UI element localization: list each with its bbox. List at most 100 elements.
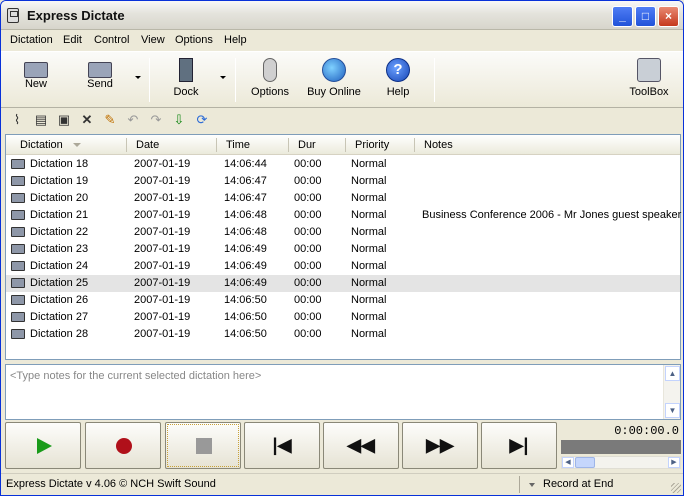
edit-icon[interactable]: ✎ — [102, 112, 118, 128]
cell-dur: 00:00 — [294, 158, 322, 170]
skip-back-icon: |◀ — [272, 435, 292, 455]
undo-icon[interactable]: ↶ — [125, 112, 141, 128]
dock-dropdown-icon[interactable] — [220, 76, 226, 79]
menu-view[interactable]: View — [141, 34, 165, 46]
dictation-file-icon — [11, 244, 25, 254]
table-row[interactable]: Dictation 27 2007-01-19 14:06:50 00:00 Norma… — [6, 309, 680, 326]
properties-icon[interactable]: ▤ — [33, 112, 49, 128]
column-divider[interactable] — [216, 138, 217, 152]
cell-notes: Business Conference 2006 - Mr Jones gues… — [422, 209, 682, 221]
cell-priority: Normal — [351, 243, 387, 255]
cell-date: 2007-01-19 — [134, 243, 191, 255]
cell-time: 14:06:50 — [224, 328, 267, 340]
send-button[interactable]: Send — [75, 56, 125, 106]
column-notes[interactable]: Notes — [424, 139, 453, 151]
table-row[interactable]: Dictation 19 2007-01-19 14:06:47 00:00 Norma… — [6, 173, 680, 190]
play-icon — [37, 438, 52, 454]
column-divider[interactable] — [288, 138, 289, 152]
column-priority[interactable]: Priority — [355, 139, 389, 151]
column-divider[interactable] — [126, 138, 127, 152]
cell-dur: 00:00 — [294, 311, 322, 323]
cell-date: 2007-01-19 — [134, 175, 191, 187]
table-row[interactable]: Dictation 28 2007-01-19 14:06:50 00:00 Norma… — [6, 326, 680, 343]
scroll-left-icon[interactable]: ◀ — [562, 457, 574, 468]
dock-button[interactable]: Dock — [161, 56, 211, 106]
menu-help[interactable]: Help — [224, 34, 247, 46]
cell-dur: 00:00 — [294, 209, 322, 221]
secondary-toolbar: ⌇ ▤ ▣ ✕ ✎ ↶ ↷ ⇩ ⟳ — [1, 109, 683, 131]
scroll-right-icon[interactable]: ▶ — [668, 457, 680, 468]
play-button[interactable] — [5, 422, 81, 469]
column-dictation[interactable]: Dictation — [20, 139, 63, 151]
paperclip-icon[interactable]: ⌇ — [9, 112, 25, 128]
skip-to-start-button[interactable]: |◀ — [244, 422, 320, 469]
new-dictation-icon — [24, 62, 48, 78]
cell-dur: 00:00 — [294, 328, 322, 340]
cell-priority: Normal — [351, 328, 387, 340]
globe-icon — [322, 58, 346, 82]
rewind-button[interactable]: ◀◀ — [323, 422, 399, 469]
notes-scrollbar[interactable]: ▲ ▼ — [663, 365, 680, 419]
new-button[interactable]: New — [11, 56, 61, 106]
cell-date: 2007-01-19 — [134, 311, 191, 323]
skip-to-end-button[interactable]: ▶| — [481, 422, 557, 469]
table-row[interactable]: Dictation 23 2007-01-19 14:06:49 00:00 Norma… — [6, 241, 680, 258]
column-dur[interactable]: Dur — [298, 139, 316, 151]
delete-icon[interactable]: ✕ — [79, 112, 95, 128]
skip-end-icon: ▶| — [509, 435, 529, 455]
toolbox-button[interactable]: ToolBox — [625, 56, 673, 106]
table-row[interactable]: Dictation 25 2007-01-19 14:06:49 00:00 Norma… — [6, 275, 680, 292]
column-divider[interactable] — [414, 138, 415, 152]
cell-time: 14:06:49 — [224, 260, 267, 272]
position-thumb[interactable] — [575, 457, 595, 468]
menu-control[interactable]: Control — [94, 34, 129, 46]
menu-options[interactable]: Options — [175, 34, 213, 46]
close-button[interactable]: × — [658, 6, 679, 27]
table-row[interactable]: Dictation 18 2007-01-19 14:06:44 00:00 Norma… — [6, 156, 680, 173]
buy-online-button[interactable]: Buy Online — [303, 56, 365, 106]
dock-icon — [179, 58, 193, 82]
stop-button[interactable] — [165, 422, 241, 469]
menu-dictation[interactable]: Dictation — [10, 34, 53, 46]
cell-priority: Normal — [351, 226, 387, 238]
options-button[interactable]: Options — [247, 56, 293, 106]
toolbar-separator — [149, 58, 150, 102]
send-label: Send — [87, 78, 113, 90]
cell-time: 14:06:47 — [224, 175, 267, 187]
table-row[interactable]: Dictation 21 2007-01-19 14:06:48 00:00 Norma… — [6, 207, 682, 224]
minimize-button[interactable]: _ — [612, 6, 633, 27]
record-button[interactable] — [85, 422, 161, 469]
cell-time: 14:06:50 — [224, 311, 267, 323]
cell-dictation: Dictation 22 — [30, 226, 89, 238]
dictation-file-icon — [11, 227, 25, 237]
column-divider[interactable] — [345, 138, 346, 152]
cell-dictation: Dictation 19 — [30, 175, 89, 187]
table-row[interactable]: Dictation 24 2007-01-19 14:06:49 00:00 Norma… — [6, 258, 680, 275]
redo-icon[interactable]: ↷ — [148, 112, 164, 128]
help-button[interactable]: ? Help — [377, 56, 419, 106]
position-scrollbar[interactable]: ◀ ▶ — [561, 456, 681, 469]
import-icon[interactable]: ⇩ — [171, 112, 187, 128]
dictation-file-icon — [11, 329, 25, 339]
cell-time: 14:06:44 — [224, 158, 267, 170]
column-time[interactable]: Time — [226, 139, 250, 151]
maximize-button[interactable]: □ — [635, 6, 656, 27]
dictation-list[interactable]: Dictation Date Time Dur Priority Notes D… — [5, 134, 681, 360]
resize-grip[interactable] — [671, 483, 681, 493]
table-row[interactable]: Dictation 20 2007-01-19 14:06:47 00:00 Norma… — [6, 190, 680, 207]
notes-placeholder: <Type notes for the current selected dic… — [10, 370, 262, 382]
scroll-up-icon[interactable]: ▲ — [665, 366, 680, 381]
column-date[interactable]: Date — [136, 139, 159, 151]
details-icon[interactable]: ▣ — [56, 112, 72, 128]
scroll-down-icon[interactable]: ▼ — [665, 403, 680, 418]
notes-textarea[interactable]: <Type notes for the current selected dic… — [5, 364, 681, 420]
menu-edit[interactable]: Edit — [63, 34, 82, 46]
table-row[interactable]: Dictation 22 2007-01-19 14:06:48 00:00 Norma… — [6, 224, 680, 241]
refresh-icon[interactable]: ⟳ — [194, 112, 210, 128]
cell-time: 14:06:47 — [224, 192, 267, 204]
fast-forward-button[interactable]: ▶▶ — [402, 422, 478, 469]
send-dropdown-icon[interactable] — [135, 76, 141, 79]
record-mode-dropdown-icon[interactable] — [529, 483, 535, 487]
table-row[interactable]: Dictation 26 2007-01-19 14:06:50 00:00 Norma… — [6, 292, 680, 309]
record-mode[interactable]: Record at End — [543, 478, 613, 490]
